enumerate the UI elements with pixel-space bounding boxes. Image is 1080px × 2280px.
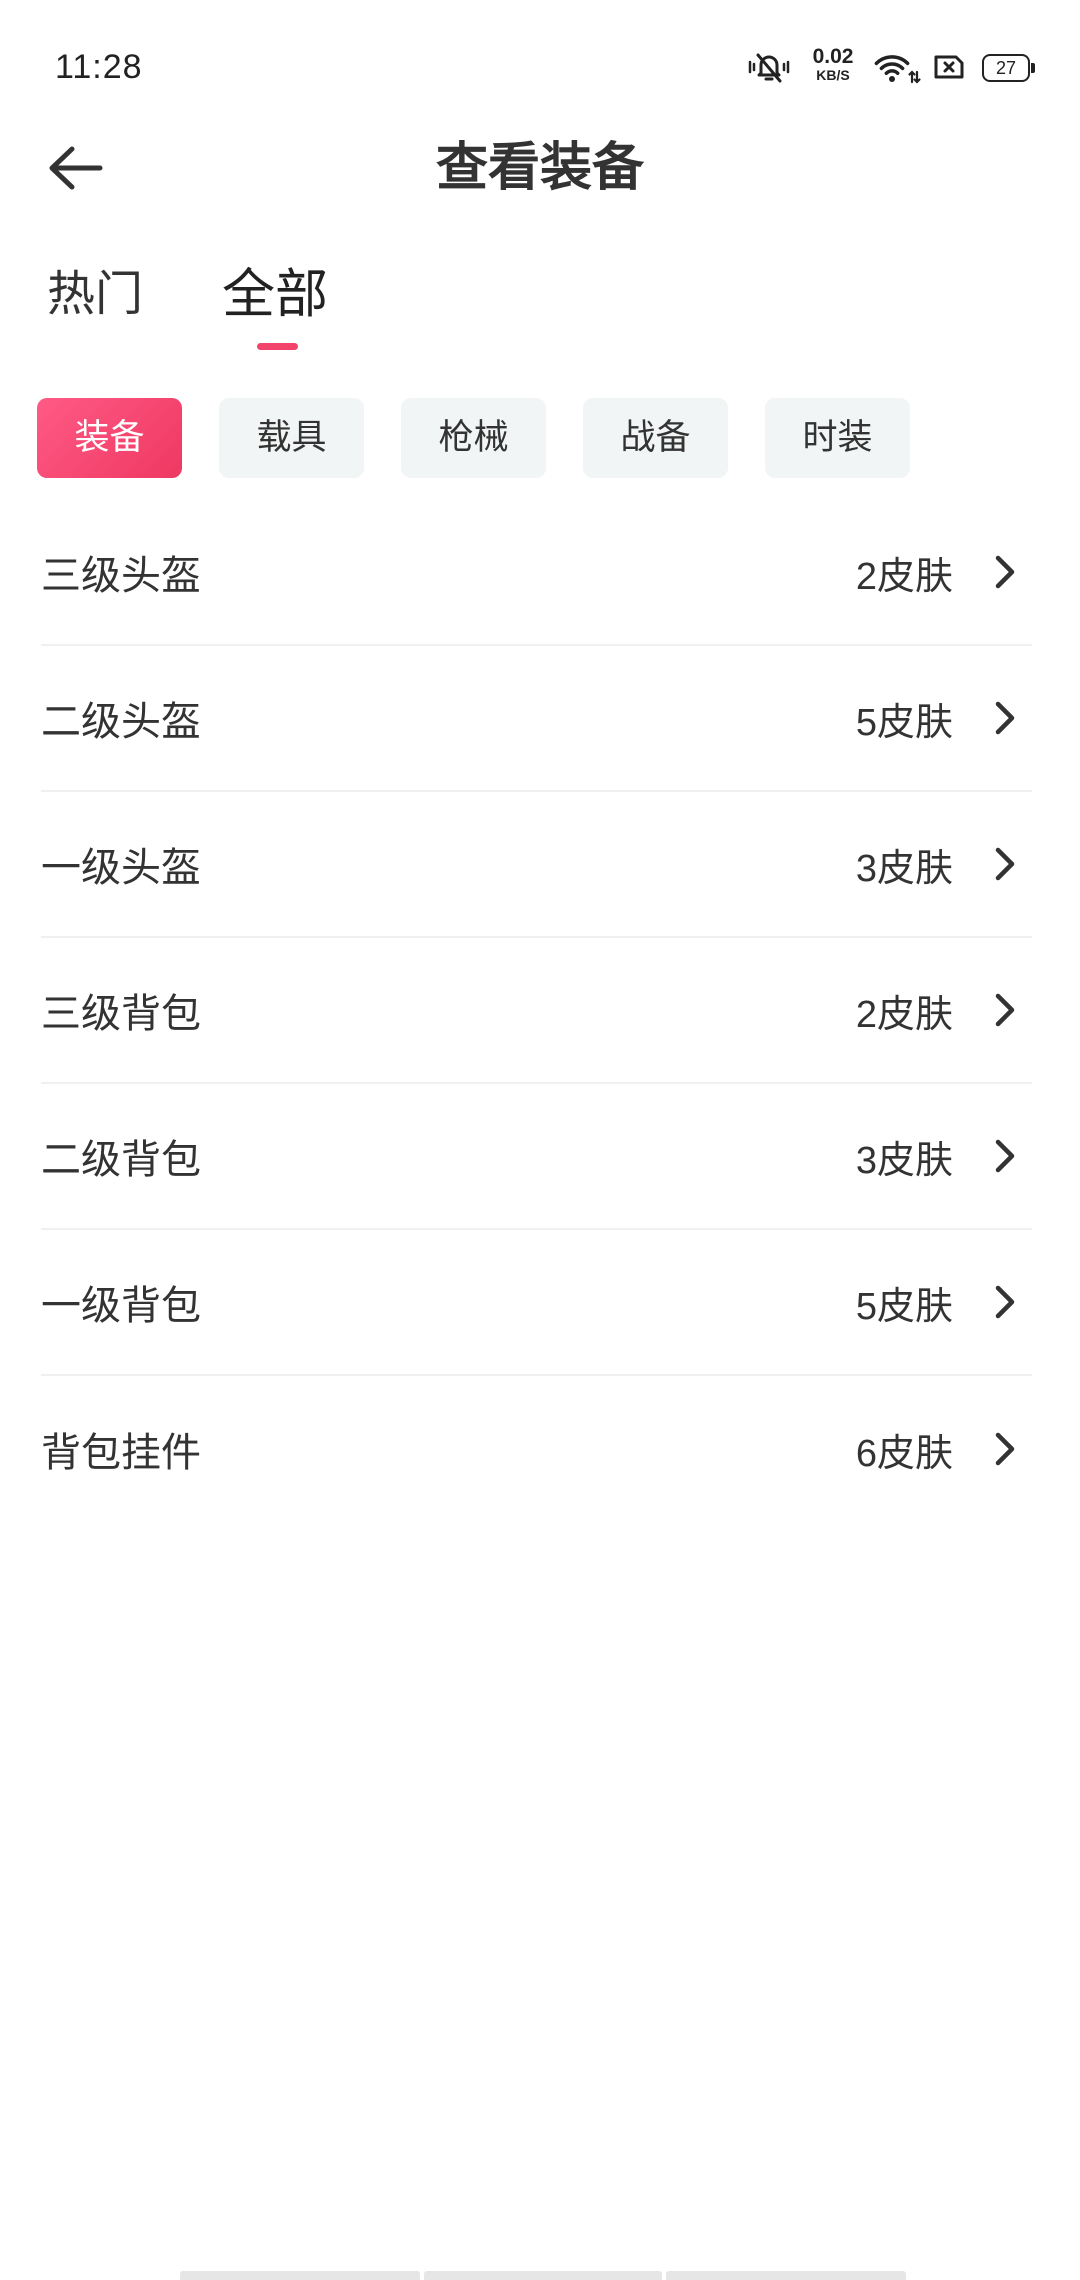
battery-icon: 27 xyxy=(982,54,1035,82)
category-chip-combat-gear[interactable]: 战备 xyxy=(583,398,728,478)
chevron-right-icon xyxy=(994,1284,1016,1320)
chevron-right-icon xyxy=(994,1138,1016,1174)
equipment-list: 三级头盔 2皮肤 二级头盔 5皮肤 一级头盔 3皮肤 三级背包 2皮肤 二级背包… xyxy=(41,500,1032,1522)
vibrate-off-icon xyxy=(744,50,794,84)
bottom-bar-segment xyxy=(666,2271,906,2280)
chevron-right-icon xyxy=(994,554,1016,590)
skin-count: 5皮肤 xyxy=(855,1285,953,1328)
skin-count: 5皮肤 xyxy=(855,701,953,744)
sim-no-service-icon xyxy=(932,53,966,81)
tab-all[interactable]: 全部 xyxy=(222,263,329,350)
status-time: 11:28 xyxy=(55,48,143,86)
category-chip-vehicles[interactable]: 载具 xyxy=(219,398,364,478)
item-name: 一级头盔 xyxy=(41,846,201,890)
battery-level: 27 xyxy=(995,58,1017,78)
tab-active-indicator xyxy=(257,343,299,350)
bottom-bar xyxy=(0,2271,1080,2280)
list-item[interactable]: 背包挂件 6皮肤 xyxy=(41,1376,1032,1522)
list-item[interactable]: 二级背包 3皮肤 xyxy=(41,1084,1032,1230)
tab-bar: 热门 全部 xyxy=(47,262,329,350)
item-name: 三级头盔 xyxy=(41,554,201,598)
skin-count: 6皮肤 xyxy=(855,1432,953,1475)
list-item[interactable]: 二级头盔 5皮肤 xyxy=(41,646,1032,792)
tab-hot[interactable]: 热门 xyxy=(47,265,143,325)
network-speed: 0.02 KB/S xyxy=(806,46,860,83)
category-chip-equipment[interactable]: 装备 xyxy=(37,398,182,478)
chevron-right-icon xyxy=(994,1431,1016,1467)
item-name: 二级背包 xyxy=(41,1138,201,1182)
chevron-right-icon xyxy=(994,700,1016,736)
list-item[interactable]: 三级背包 2皮肤 xyxy=(41,938,1032,1084)
item-name: 一级背包 xyxy=(41,1284,201,1328)
status-bar: 11:28 0.02 KB/S 27 xyxy=(0,0,1080,120)
tab-label: 全部 xyxy=(222,265,329,324)
skin-count: 2皮肤 xyxy=(855,555,953,598)
network-speed-value: 0.02 xyxy=(812,45,854,68)
page-title: 查看装备 xyxy=(435,139,644,197)
item-name: 三级背包 xyxy=(41,992,201,1036)
list-item[interactable]: 三级头盔 2皮肤 xyxy=(41,500,1032,646)
item-name: 背包挂件 xyxy=(41,1431,201,1475)
skin-count: 3皮肤 xyxy=(855,1139,953,1182)
header: 查看装备 xyxy=(0,120,1080,215)
chevron-right-icon xyxy=(994,992,1016,1028)
wifi-icon xyxy=(872,50,922,84)
chevron-right-icon xyxy=(994,846,1016,882)
list-item[interactable]: 一级背包 5皮肤 xyxy=(41,1230,1032,1376)
bottom-bar-segment xyxy=(180,2271,420,2280)
network-speed-unit: KB/S xyxy=(816,67,850,83)
category-chip-weapons[interactable]: 枪械 xyxy=(401,398,546,478)
skin-count: 2皮肤 xyxy=(855,993,953,1036)
category-chips: 装备 载具 枪械 战备 时装 xyxy=(37,398,910,478)
category-chip-outfits[interactable]: 时装 xyxy=(765,398,910,478)
bottom-bar-segment xyxy=(424,2271,662,2280)
skin-count: 3皮肤 xyxy=(855,847,953,890)
tab-label: 热门 xyxy=(47,268,144,321)
item-name: 二级头盔 xyxy=(41,700,201,744)
list-item[interactable]: 一级头盔 3皮肤 xyxy=(41,792,1032,938)
